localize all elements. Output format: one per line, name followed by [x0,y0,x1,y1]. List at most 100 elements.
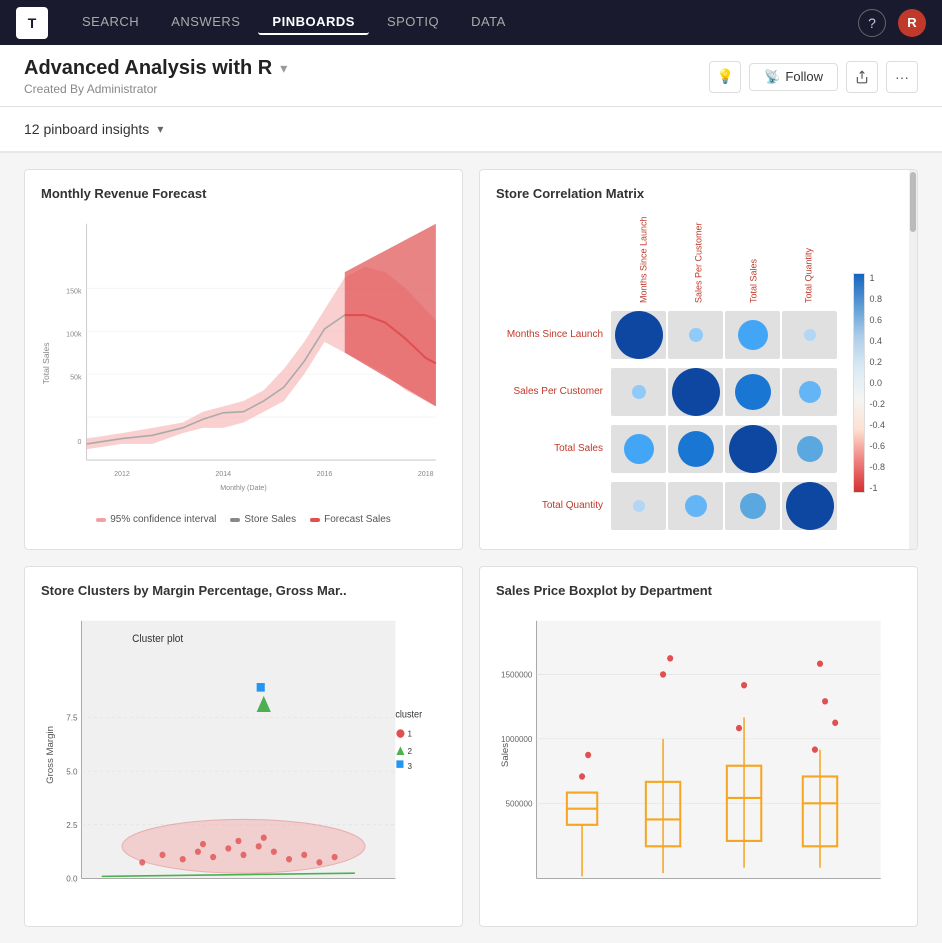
svg-text:2014: 2014 [215,469,231,478]
corr-col-1: Sales Per Customer [671,213,726,303]
svg-text:3: 3 [408,761,413,771]
page-header: Advanced Analysis with R ▾ Created By Ad… [0,45,942,107]
svg-text:1500000: 1500000 [501,669,533,679]
page-header-top: Advanced Analysis with R ▾ Created By Ad… [24,57,918,106]
app-logo[interactable]: T [16,7,48,39]
legend-store-label: Store Sales [244,514,296,525]
lightbulb-button[interactable]: 💡 [709,61,741,93]
follow-label: Follow [785,69,823,84]
svg-text:cluster: cluster [395,708,422,719]
nav-right: ? R [858,9,926,37]
legend-forecast-sales: Forecast Sales [310,514,391,525]
legend-confidence: 95% confidence interval [96,514,216,525]
scale-label-n06: -0.6 [869,441,885,451]
legend-forecast-label: Forecast Sales [324,514,391,525]
scale-label-06: 0.6 [869,315,885,325]
corr-cell-0-1 [668,311,723,359]
follow-button[interactable]: 📡 Follow [749,63,838,91]
svg-text:2: 2 [408,746,413,756]
corr-cell-1-0 [611,368,666,416]
corr-cell-3-0 [611,482,666,530]
color-scale: 1 0.8 0.6 0.4 0.2 0.0 -0.2 -0.4 -0.6 -0.… [853,213,885,533]
svg-text:100k: 100k [66,329,82,338]
scale-label-08: 0.8 [869,294,885,304]
nav-spotiq[interactable]: SpotIQ [373,10,453,35]
svg-text:1000000: 1000000 [501,734,533,744]
color-scale-bar [853,273,865,493]
scale-label-0: 0.0 [869,378,885,388]
corr-cell-3-3 [782,482,837,530]
svg-text:2012: 2012 [114,469,130,478]
svg-text:2018: 2018 [418,469,434,478]
svg-text:Total Sales: Total Sales [41,342,51,384]
sales-boxplot-card: Sales Price Boxplot by Department Sales … [479,566,918,927]
follow-icon: 📡 [764,69,780,85]
scale-label-n02: -0.2 [869,399,885,409]
store-correlation-title: Store Correlation Matrix [496,186,901,201]
more-options-button[interactable]: ··· [886,61,918,93]
monthly-revenue-title: Monthly Revenue Forecast [41,186,446,201]
corr-cell-1-3 [782,368,837,416]
scale-label-n1: -1 [869,483,885,493]
header-actions: 💡 📡 Follow ··· [709,61,918,93]
help-button[interactable]: ? [858,9,886,37]
color-scale-labels: 1 0.8 0.6 0.4 0.2 0.0 -0.2 -0.4 -0.6 -0.… [869,273,885,493]
main-content: Monthly Revenue Forecast Total Sales [0,153,942,943]
svg-text:0.0: 0.0 [66,874,78,884]
svg-text:Gross Margin: Gross Margin [44,726,55,784]
nav-answers[interactable]: Answers [157,10,254,35]
corr-cell-1-1 [668,368,723,416]
corr-cell-3-1 [668,482,723,530]
scale-label-02: 0.2 [869,357,885,367]
svg-text:2016: 2016 [317,469,333,478]
corr-row-3: Total Quantity [496,500,611,511]
svg-text:2.5: 2.5 [66,820,78,830]
nav-search[interactable]: Search [68,10,153,35]
nav-data[interactable]: Data [457,10,520,35]
store-clusters-title: Store Clusters by Margin Percentage, Gro… [41,583,446,598]
corr-cell-0-2 [725,311,780,359]
store-clusters-card: Store Clusters by Margin Percentage, Gro… [24,566,463,927]
corr-cell-2-2 [725,425,780,473]
svg-text:7.5: 7.5 [66,712,78,722]
corr-cell-0-3 [782,311,837,359]
corr-cell-2-0 [611,425,666,473]
svg-text:150k: 150k [66,286,82,295]
scale-label-n08: -0.8 [869,462,885,472]
store-clusters-chart: Cluster plot Gross Margin 0.0 2.5 5.0 7.… [41,610,446,910]
sales-boxplot-chart: Sales 500000 1000000 1500000 [496,610,901,910]
legend-confidence-label: 95% confidence interval [110,514,216,525]
svg-text:5.0: 5.0 [66,766,78,776]
svg-text:0: 0 [78,437,82,446]
corr-row-1: Sales Per Customer [496,386,611,397]
share-button[interactable] [846,61,878,93]
svg-text:1: 1 [408,729,413,739]
title-dropdown-icon[interactable]: ▾ [280,60,287,77]
user-avatar[interactable]: R [898,9,926,37]
top-nav: T Search Answers Pinboards SpotIQ Data ?… [0,0,942,45]
page-title-area: Advanced Analysis with R ▾ Created By Ad… [24,57,287,96]
svg-text:Sales: Sales [499,743,510,767]
nav-pinboards[interactable]: Pinboards [258,10,369,35]
page-subtitle: Created By Administrator [24,82,287,96]
corr-cell-3-2 [725,482,780,530]
insights-bar: 12 pinboard insights ▾ [0,107,942,153]
page-title: Advanced Analysis with R [24,57,272,80]
forecast-legend: 95% confidence interval Store Sales Fore… [41,514,446,525]
scale-label-04: 0.4 [869,336,885,346]
sales-boxplot-title: Sales Price Boxplot by Department [496,583,901,598]
corr-cell-0-0 [611,311,666,359]
insights-chevron-icon[interactable]: ▾ [157,122,163,136]
svg-text:50k: 50k [70,372,82,381]
corr-cell-2-3 [782,425,837,473]
insights-count: 12 pinboard insights [24,121,149,137]
scale-label-1: 1 [869,273,885,283]
svg-text:Cluster plot: Cluster plot [132,634,183,645]
card-scrollbar[interactable] [909,170,917,549]
nav-items: Search Answers Pinboards SpotIQ Data [68,10,858,35]
corr-col-3: Total Quantity [781,213,836,303]
monthly-revenue-card: Monthly Revenue Forecast Total Sales [24,169,463,550]
store-correlation-card: Store Correlation Matrix Months Since La… [479,169,918,550]
monthly-revenue-chart: Total Sales 2012 2014 2 [41,213,446,533]
scale-label-n04: -0.4 [869,420,885,430]
